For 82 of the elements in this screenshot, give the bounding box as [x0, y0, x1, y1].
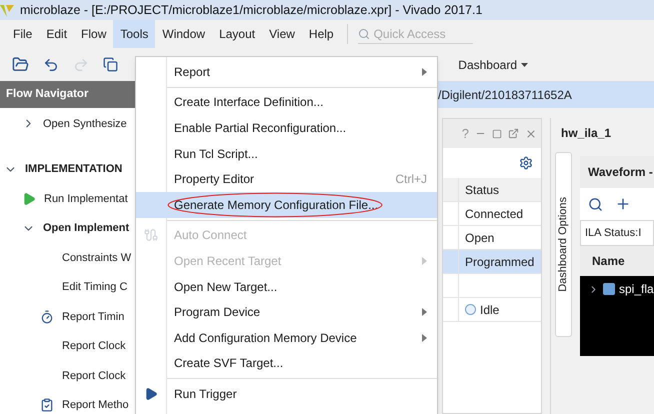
menu-item-label: Add Configuration Memory Device [174, 330, 357, 347]
menu-item-label: Property Editor [174, 171, 254, 188]
table-cell-text: Connected [464, 206, 524, 222]
side-tab[interactable]: Dashboard Options [555, 152, 572, 337]
menu-item[interactable]: Enable Partial Reconfiguration... [136, 115, 437, 141]
menu-item-label: Enable Partial Reconfiguration... [174, 120, 346, 137]
nav-item-label[interactable]: Open Implement [43, 220, 130, 236]
menu-bar-item[interactable]: View [262, 20, 302, 48]
shortcut-text: Ctrl+J [395, 171, 427, 188]
menu-bar-item[interactable]: Edit [39, 20, 74, 48]
nav-item-label[interactable]: Constraints W [62, 250, 132, 266]
menu-item[interactable]: Create Interface Definition... [136, 90, 437, 116]
submenu-arrow-icon [422, 308, 427, 316]
menu-item-label: Program Device [174, 304, 260, 322]
window-title: microblaze - [E:/PROJECT/microblaze1/microblaze/microblaze.xpr] - Vivado 2017.1 [20, 2, 482, 19]
menu-bar-item[interactable]: Layout [212, 20, 262, 48]
play-icon [144, 386, 158, 401]
nav-item-label[interactable]: Open Synthesize [43, 116, 127, 132]
waveform-title: Waveform - [588, 164, 653, 181]
nav-item-label[interactable]: Run Implementat [44, 190, 128, 207]
table-row[interactable]: Connected [443, 202, 541, 226]
menu-item-label: Report [174, 64, 210, 81]
menu-bar-item[interactable]: Flow [74, 20, 114, 48]
nav-item-label[interactable]: Report Clock [62, 338, 126, 354]
nav-item-label[interactable]: Report Timin [62, 308, 124, 325]
menu-item[interactable]: Run Trigger [136, 381, 437, 407]
search-icon [358, 28, 370, 40]
logo-icon [0, 3, 14, 17]
menu-bar-item[interactable]: Help [302, 20, 341, 48]
table-row[interactable]: Idle [443, 298, 541, 322]
table-row[interactable]: Programmed [443, 250, 541, 274]
menu-bar-item[interactable]: Window [155, 20, 212, 48]
menu-item[interactable]: Report [136, 59, 437, 85]
table-cell-text: Idle [479, 302, 500, 318]
plus-icon[interactable] [615, 196, 631, 212]
clipboard-icon [40, 398, 54, 412]
undo-icon[interactable] [43, 56, 59, 72]
nav-item-label[interactable]: IMPLEMENTATION [25, 161, 122, 178]
ila-tab[interactable]: hw_ila_1 [561, 124, 612, 142]
target-path: /Digilent/210183711652A [438, 86, 572, 104]
panel-title: Flow Navigator [6, 86, 88, 102]
stopwatch-icon [40, 310, 54, 324]
menu-item-label: Run Trigger [174, 386, 237, 403]
menu-item[interactable]: Property Editor Ctrl+J [136, 166, 437, 192]
play-icon [22, 192, 36, 206]
menu-item[interactable]: Add Configuration Memory Device [136, 324, 437, 351]
submenu-arrow-icon [422, 334, 427, 342]
menu-item[interactable]: Program Device [136, 299, 437, 325]
folder-icon[interactable] [12, 56, 29, 73]
menu-item-label: Open Recent Target [174, 252, 282, 270]
float-icon[interactable] [508, 128, 519, 139]
nav-item-label[interactable]: Edit Timing C [62, 279, 128, 296]
submenu-arrow-icon [422, 256, 427, 265]
submenu-arrow-icon [422, 68, 427, 76]
menu-item-label: Generate Memory Configuration File... [174, 196, 378, 214]
menu-item-label: Create SVF Target... [174, 355, 284, 372]
copy-icon[interactable] [103, 57, 118, 72]
settings-icon[interactable] [519, 156, 533, 170]
maximize-icon[interactable] [492, 128, 502, 138]
plug-icon [144, 228, 158, 242]
caret-icon [521, 62, 528, 66]
layout-dropdown[interactable]: Dashboard [458, 56, 528, 74]
menu-item-label: Create Interface Definition... [174, 94, 324, 112]
menu-item[interactable]: Open New Target... [136, 274, 437, 300]
menu-item[interactable]: Create SVF Target... [136, 350, 437, 376]
menu-item[interactable]: Generate Memory Configuration File... [136, 192, 437, 218]
table-cell-text: Open [464, 230, 494, 246]
menu-item-label: Open New Target... [174, 278, 278, 296]
menu-bar-item[interactable]: Tools [113, 20, 156, 48]
ila-status: ILA Status:I [585, 226, 642, 241]
signal-icon [603, 283, 615, 295]
nav-item-label[interactable]: Report Clock [62, 368, 126, 384]
menu-bar-item[interactable]: File [6, 20, 40, 48]
menu-item-label: Auto Connect [174, 227, 247, 244]
menu-item[interactable]: Run Tcl Script... [136, 140, 437, 166]
signal-name: spi_fla [619, 281, 654, 298]
nav-item-label[interactable]: Report Metho [62, 397, 129, 414]
table-cell-text: Programmed [464, 254, 534, 270]
quick-access-field[interactable]: Quick Access [358, 24, 473, 44]
search-icon[interactable] [588, 196, 603, 212]
close-icon[interactable] [525, 128, 537, 140]
menu-item-label: Run Tcl Script... [174, 146, 258, 163]
